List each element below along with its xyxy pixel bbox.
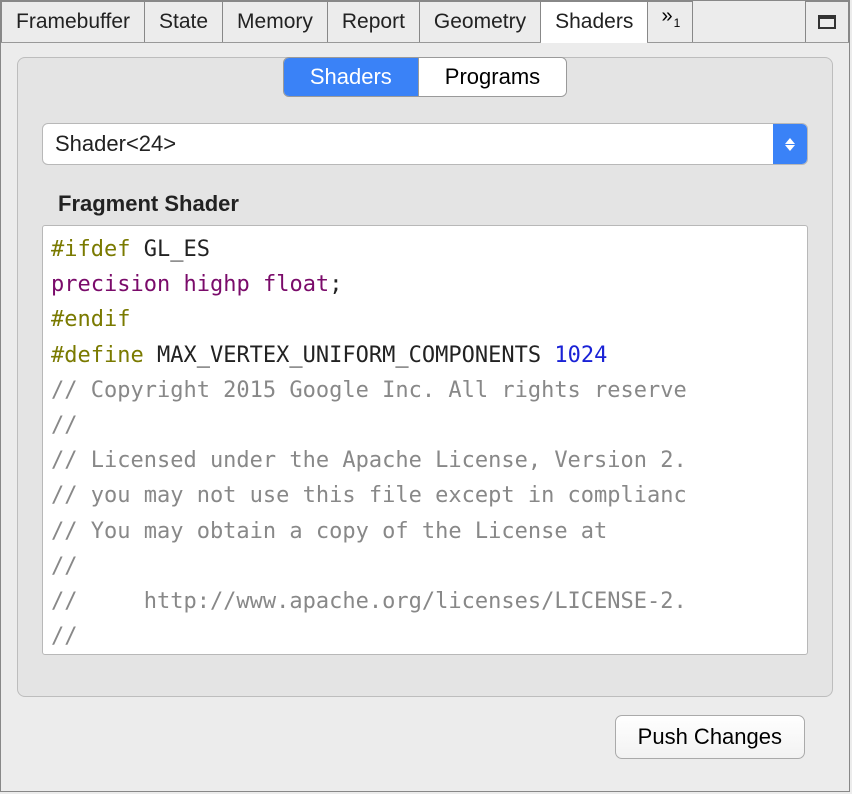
chevron-right-double-icon: » [661,6,672,26]
section-title: Fragment Shader [58,191,832,217]
updown-icon [773,124,807,164]
tab-memory[interactable]: Memory [222,1,328,42]
tab-geometry[interactable]: Geometry [419,1,541,42]
segmented-control: Shaders Programs [283,57,567,97]
push-changes-button[interactable]: Push Changes [615,715,805,759]
shader-select-row: Shader<24> [42,123,808,165]
push-row: Push Changes [17,715,805,759]
main-tab-bar: Framebuffer State Memory Report Geometry… [1,1,849,43]
tab-label: Memory [237,10,313,34]
shader-source-editor[interactable]: #ifdef GL_ESprecision highp float;#endif… [42,225,808,655]
shaders-panel: Shaders Programs Shader<24> Fragment Sha… [17,57,833,697]
overflow-count: 1 [674,16,681,30]
tab-state[interactable]: State [144,1,223,42]
tab-label: Geometry [434,10,526,34]
tab-overflow-button[interactable]: » 1 [647,1,693,42]
shader-select-value: Shader<24> [43,124,773,164]
shader-select[interactable]: Shader<24> [42,123,808,165]
tab-shaders[interactable]: Shaders [540,1,648,42]
segmented-control-wrap: Shaders Programs [18,57,832,97]
tab-label: Report [342,10,405,34]
tab-report[interactable]: Report [327,1,420,42]
maximize-button[interactable] [805,1,849,42]
tab-label: State [159,10,208,34]
content-area: Shaders Programs Shader<24> Fragment Sha… [1,43,849,791]
seg-shaders[interactable]: Shaders [284,58,418,96]
tab-framebuffer[interactable]: Framebuffer [1,1,145,42]
maximize-icon [818,15,836,29]
tab-label: Framebuffer [16,10,130,34]
seg-programs[interactable]: Programs [418,58,566,96]
tab-bar-spacer [693,1,805,42]
tab-label: Shaders [555,10,633,34]
app-window: Framebuffer State Memory Report Geometry… [0,0,850,792]
